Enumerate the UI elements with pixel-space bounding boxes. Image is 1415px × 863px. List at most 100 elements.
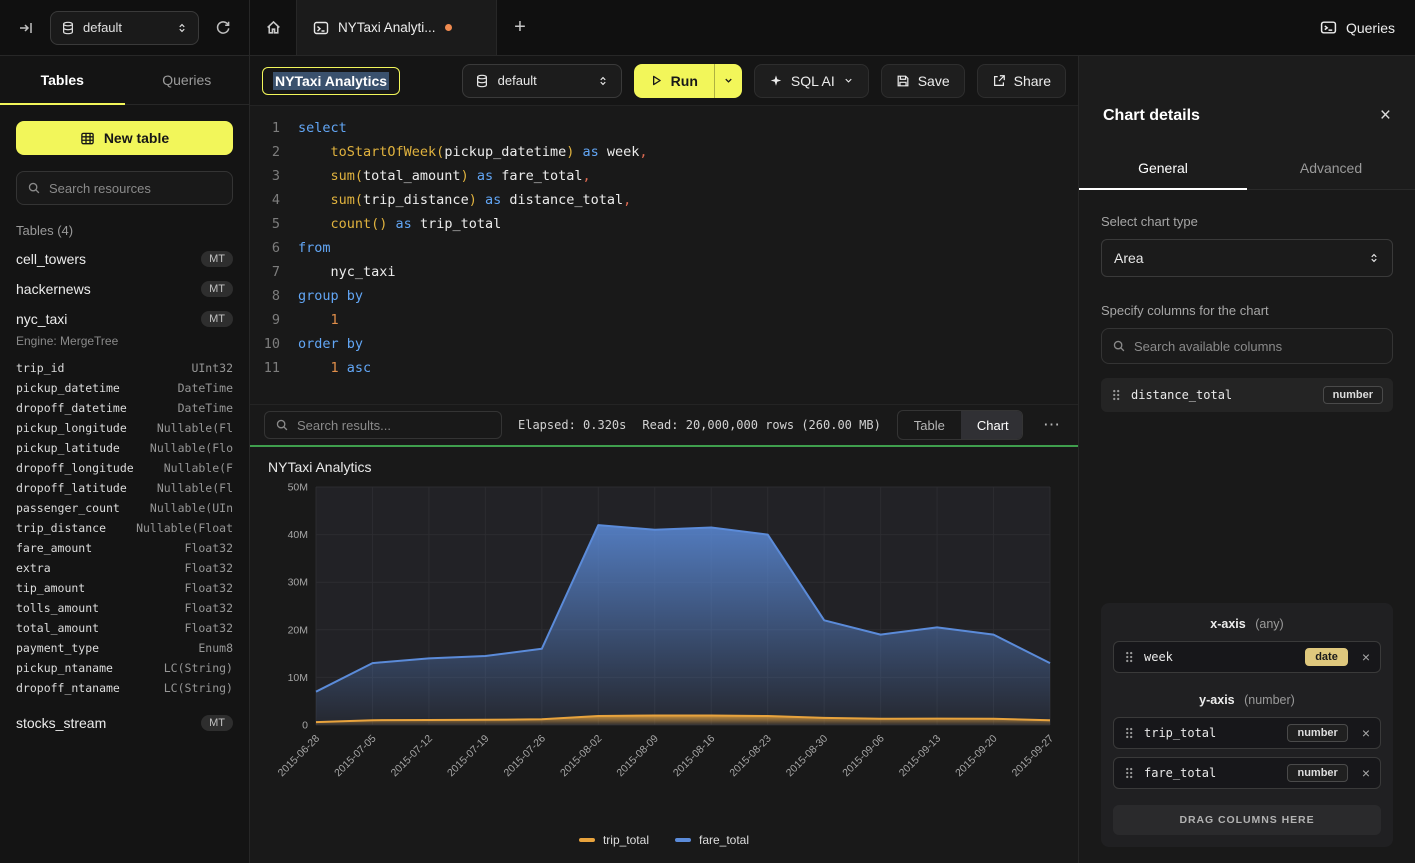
column-name: pickup_longitude <box>16 418 127 438</box>
column-row[interactable]: dropoff_latitude Nullable(Fl <box>16 478 233 498</box>
y-axis-hint: (number) <box>1244 693 1295 707</box>
sidebar-item-nyc-taxi[interactable]: nyc_taxi MT <box>0 304 249 334</box>
column-row[interactable]: dropoff_ntaname LC(String) <box>16 678 233 698</box>
drag-handle-icon[interactable] <box>1124 726 1134 740</box>
queries-icon <box>1320 19 1337 36</box>
resource-search-input[interactable] <box>49 181 222 196</box>
share-button[interactable]: Share <box>977 64 1066 98</box>
y-axis-column-list: trip_total number × fare_total number × <box>1113 717 1381 789</box>
tab-nytaxi-analytics[interactable]: NYTaxi Analyti... <box>297 0 497 55</box>
chart-svg[interactable]: 010M20M30M40M50M2015-06-282015-07-052015… <box>266 479 1062 831</box>
y-axis-column-item[interactable]: trip_total number × <box>1113 717 1381 749</box>
remove-icon[interactable]: × <box>1362 765 1370 781</box>
queries-button[interactable]: Queries <box>1320 19 1395 36</box>
query-title-input[interactable]: NYTaxi Analytics <box>262 67 400 95</box>
run-button-group: Run <box>634 64 742 98</box>
code-line[interactable]: 6from <box>250 236 1078 260</box>
sidebar-tab-tables[interactable]: Tables <box>0 56 125 104</box>
new-table-button[interactable]: New table <box>16 121 233 155</box>
column-type-badge: number <box>1323 386 1383 404</box>
code-line[interactable]: 5 count() as trip_total <box>250 212 1078 236</box>
query-title-selected-text: NYTaxi Analytics <box>273 72 389 90</box>
column-row[interactable]: passenger_count Nullable(UIn <box>16 498 233 518</box>
sidebar-item-hackernews[interactable]: hackernews MT <box>0 274 249 304</box>
view-toggle-chart[interactable]: Chart <box>961 411 1023 439</box>
column-row[interactable]: trip_distance Nullable(Float <box>16 518 233 538</box>
terminal-icon <box>313 20 329 36</box>
chevron-updown-icon <box>1368 252 1380 264</box>
tab-home[interactable] <box>250 0 297 55</box>
available-column-item[interactable]: distance_total number <box>1101 378 1393 412</box>
tab-general[interactable]: General <box>1079 147 1247 189</box>
sidebar-item-cell-towers[interactable]: cell_towers MT <box>0 244 249 274</box>
code-line[interactable]: 3 sum(total_amount) as fare_total, <box>250 164 1078 188</box>
run-options-button[interactable] <box>714 64 742 98</box>
panel-title: Chart details <box>1103 107 1200 125</box>
code-line[interactable]: 2 toStartOfWeek(pickup_datetime) as week… <box>250 140 1078 164</box>
save-button[interactable]: Save <box>881 64 965 98</box>
column-search <box>1101 328 1393 364</box>
svg-text:2015-08-09: 2015-08-09 <box>614 733 661 780</box>
column-row[interactable]: trip_id UInt32 <box>16 358 233 378</box>
code-line[interactable]: 7 nyc_taxi <box>250 260 1078 284</box>
main-panel: NYTaxi Analytics default <box>250 56 1078 863</box>
x-axis-column-item[interactable]: week date × <box>1113 641 1381 673</box>
chart-type-selector[interactable]: Area <box>1101 239 1393 277</box>
column-row[interactable]: fare_amount Float32 <box>16 538 233 558</box>
legend-item[interactable]: fare_total <box>675 833 749 847</box>
column-row[interactable]: dropoff_datetime DateTime <box>16 398 233 418</box>
sidebar-item-stocks-stream[interactable]: stocks_stream MT <box>0 708 249 738</box>
column-type: Float32 <box>185 538 233 558</box>
column-row[interactable]: tolls_amount Float32 <box>16 598 233 618</box>
sidebar-collapse-button[interactable] <box>12 14 40 42</box>
toolbar-database-selector[interactable]: default <box>462 64 622 98</box>
column-search-input[interactable] <box>1134 339 1382 354</box>
remove-icon[interactable]: × <box>1362 649 1370 665</box>
run-button[interactable]: Run <box>634 64 714 98</box>
close-icon[interactable]: × <box>1380 106 1391 125</box>
search-icon <box>1112 339 1126 353</box>
results-search-input[interactable] <box>297 418 491 433</box>
tables-section-label: Tables (4) <box>0 215 249 244</box>
sql-editor[interactable]: 1select2 toStartOfWeek(pickup_datetime) … <box>250 106 1078 404</box>
sidebar-tab-queries[interactable]: Queries <box>125 56 250 104</box>
code-line[interactable]: 8group by <box>250 284 1078 308</box>
column-row[interactable]: extra Float32 <box>16 558 233 578</box>
more-options-icon[interactable]: ⋯ <box>1039 415 1064 435</box>
column-type: LC(String) <box>164 678 233 698</box>
column-row[interactable]: pickup_latitude Nullable(Flo <box>16 438 233 458</box>
code-line[interactable]: 11 1 asc <box>250 356 1078 380</box>
column-row[interactable]: pickup_datetime DateTime <box>16 378 233 398</box>
drag-handle-icon[interactable] <box>1124 766 1134 780</box>
column-row[interactable]: pickup_longitude Nullable(Fl <box>16 418 233 438</box>
svg-text:2015-08-23: 2015-08-23 <box>727 733 774 780</box>
column-name: dropoff_datetime <box>16 398 127 418</box>
column-row[interactable]: payment_type Enum8 <box>16 638 233 658</box>
column-row[interactable]: pickup_ntaname LC(String) <box>16 658 233 678</box>
legend-item[interactable]: trip_total <box>579 833 649 847</box>
column-row[interactable]: total_amount Float32 <box>16 618 233 638</box>
tab-advanced[interactable]: Advanced <box>1247 147 1415 189</box>
remove-icon[interactable]: × <box>1362 725 1370 741</box>
code-line[interactable]: 4 sum(trip_distance) as distance_total, <box>250 188 1078 212</box>
y-axis-column-item[interactable]: fare_total number × <box>1113 757 1381 789</box>
view-toggle-table[interactable]: Table <box>898 411 961 439</box>
topbar-database-selector[interactable]: default <box>50 11 199 45</box>
drag-handle-icon[interactable] <box>1111 388 1121 402</box>
svg-text:2015-08-16: 2015-08-16 <box>671 733 718 780</box>
code-line[interactable]: 9 1 <box>250 308 1078 332</box>
code-line[interactable]: 10order by <box>250 332 1078 356</box>
column-row[interactable]: tip_amount Float32 <box>16 578 233 598</box>
query-toolbar: NYTaxi Analytics default <box>250 56 1078 106</box>
drop-zone[interactable]: DRAG COLUMNS HERE <box>1113 805 1381 835</box>
column-row[interactable]: dropoff_longitude Nullable(F <box>16 458 233 478</box>
new-tab-button[interactable]: + <box>497 0 543 55</box>
code-line[interactable]: 1select <box>250 116 1078 140</box>
column-type: Nullable(Flo <box>150 438 233 458</box>
refresh-button[interactable] <box>209 14 237 42</box>
topbar-database-value: default <box>83 20 168 35</box>
column-name: tolls_amount <box>16 598 99 618</box>
column-type: Float32 <box>185 598 233 618</box>
sql-ai-button[interactable]: SQL AI <box>754 64 869 98</box>
drag-handle-icon[interactable] <box>1124 650 1134 664</box>
